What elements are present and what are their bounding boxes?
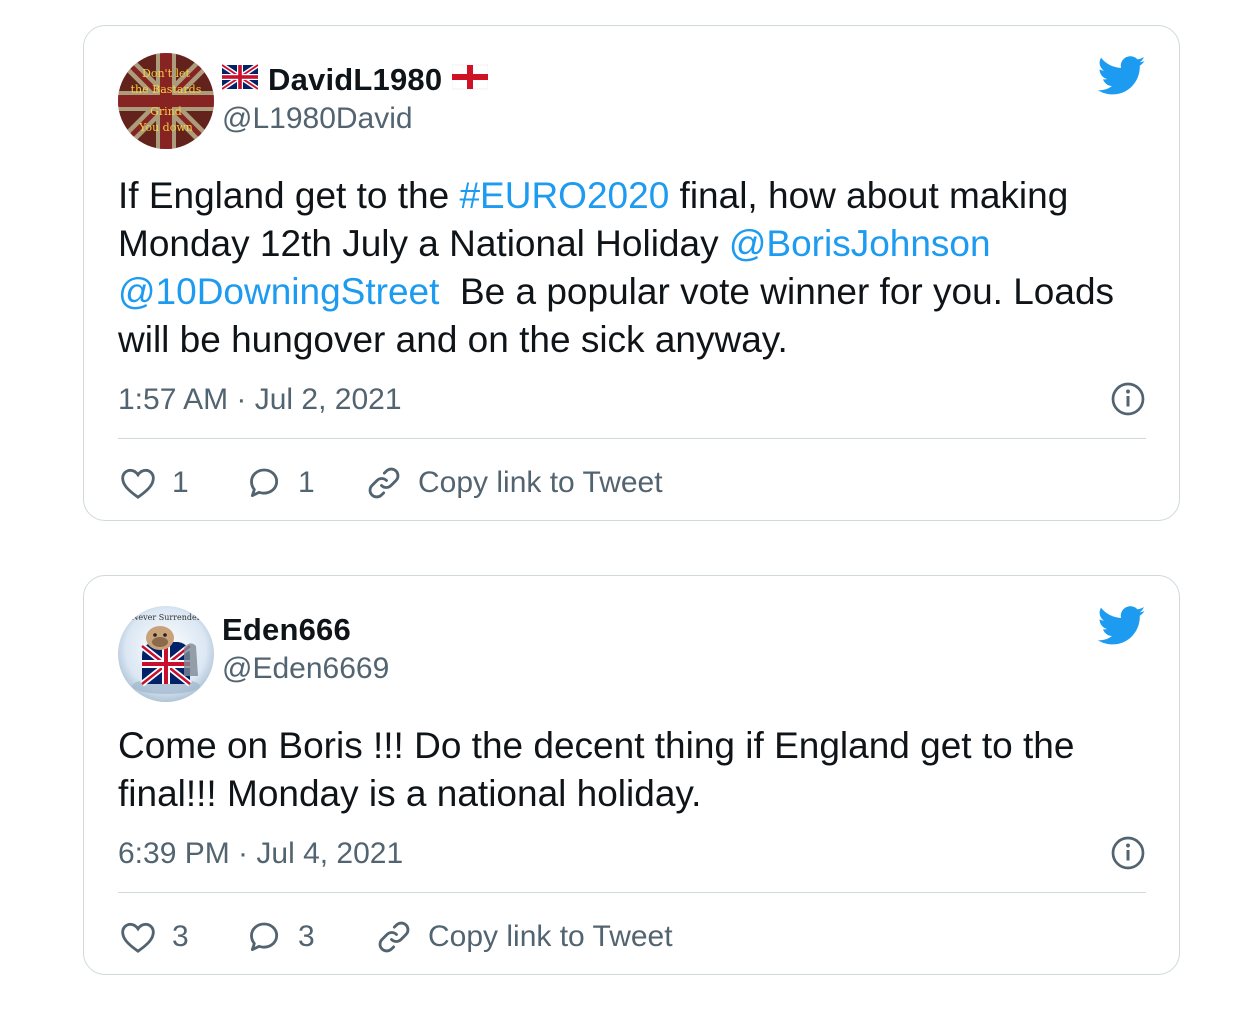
twitter-bird-icon[interactable] <box>1098 606 1146 646</box>
link-icon <box>368 467 400 499</box>
tweet-text: Come on Boris !!! Do the decent thing if… <box>118 722 1139 818</box>
avatar-text-line-3: Grind <box>150 105 182 118</box>
display-name[interactable]: Eden666 <box>222 612 351 648</box>
action-bar: 1 1 Copy link to Tweet <box>118 463 1146 503</box>
avatar-text-line-4: You down <box>138 121 193 134</box>
reply-count: 1 <box>298 466 315 499</box>
avatar-text-line-1: Don't let <box>142 67 190 80</box>
heart-icon <box>121 468 155 499</box>
like-count: 1 <box>172 466 189 499</box>
reply-bubble-icon <box>250 468 279 498</box>
divider <box>118 892 1146 893</box>
avatar-text-line-2: the Bastards <box>131 83 202 96</box>
mention-link[interactable]: @BorisJohnson <box>729 223 991 264</box>
hashtag-link[interactable]: #EURO2020 <box>459 175 669 216</box>
avatar[interactable]: Never Surrender <box>118 606 214 702</box>
tweet-text-part: Come on Boris !!! Do the decent thing if… <box>118 725 1075 814</box>
copy-link-button[interactable]: Copy link to Tweet <box>374 917 673 957</box>
mention-link[interactable]: @10DowningStreet <box>118 271 439 312</box>
action-bar: 3 3 Copy link to Tweet <box>118 917 1146 957</box>
info-icon[interactable] <box>1110 835 1146 871</box>
uk-flag-icon <box>220 62 260 98</box>
user-handle[interactable]: @Eden6669 <box>222 652 389 686</box>
tweet-card[interactable]: Never Surrender Eden666 @Eden6669 Come o… <box>83 575 1180 975</box>
info-icon[interactable] <box>1110 381 1146 417</box>
tweet-timestamp[interactable]: 6:39 PM · Jul 4, 2021 <box>118 837 403 871</box>
heart-icon <box>121 922 155 953</box>
tweet-card[interactable]: Don't let the Bastards Grind You down Da… <box>83 25 1180 521</box>
tweet-timestamp[interactable]: 1:57 AM · Jul 2, 2021 <box>118 383 402 417</box>
copy-link-label: Copy link to Tweet <box>418 466 663 499</box>
reply-count: 3 <box>298 920 315 953</box>
user-handle[interactable]: @L1980David <box>222 102 413 136</box>
like-button[interactable]: 3 <box>118 917 244 957</box>
display-name-row[interactable]: Eden666 <box>222 612 351 648</box>
england-flag-icon <box>452 62 489 98</box>
link-icon <box>378 921 410 953</box>
tweet-text-part: If England get to the <box>118 175 460 216</box>
display-name-row[interactable]: DavidL1980 <box>220 62 489 98</box>
like-button[interactable]: 1 <box>118 463 244 503</box>
display-name[interactable]: DavidL1980 <box>268 62 442 98</box>
like-count: 3 <box>172 920 189 953</box>
avatar-text: Never Surrender <box>131 613 200 622</box>
copy-link-label: Copy link to Tweet <box>428 920 673 953</box>
reply-button[interactable]: 3 <box>244 917 374 957</box>
divider <box>118 438 1146 439</box>
reply-bubble-icon <box>250 922 279 952</box>
avatar[interactable]: Don't let the Bastards Grind You down <box>118 53 214 149</box>
twitter-bird-icon[interactable] <box>1098 56 1146 96</box>
reply-button[interactable]: 1 <box>244 463 364 503</box>
tweet-text: If England get to the #EURO2020 final, h… <box>118 172 1139 364</box>
copy-link-button[interactable]: Copy link to Tweet <box>364 463 663 503</box>
